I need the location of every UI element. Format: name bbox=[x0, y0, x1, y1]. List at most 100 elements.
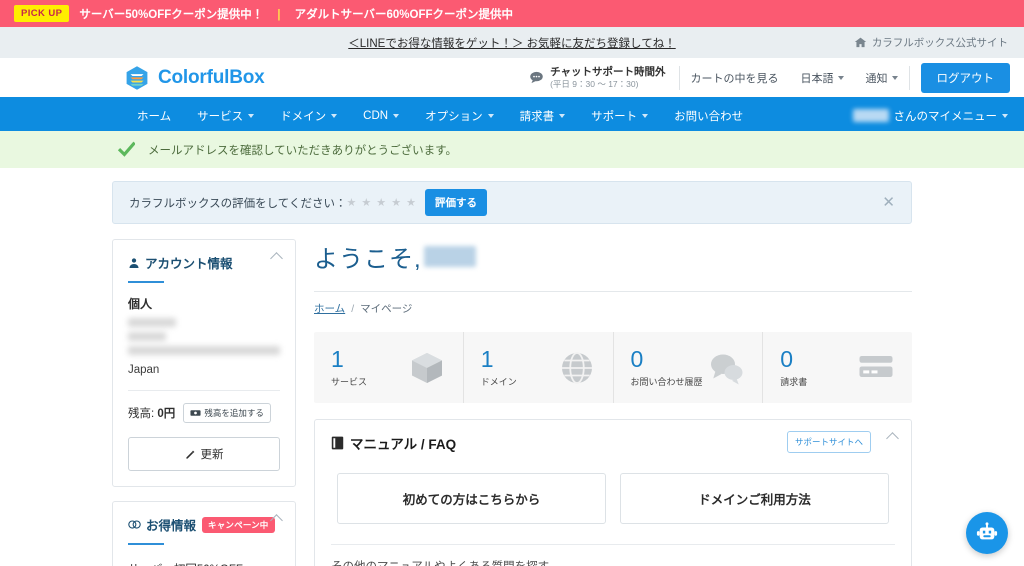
pencil-icon bbox=[185, 450, 194, 459]
rating-bar: カラフルボックスの評価をしてください： ★ ★ ★ ★ ★ 評価する ✕ bbox=[112, 181, 912, 224]
logo-text: ColorfulBox bbox=[158, 66, 265, 88]
promo-link-2[interactable]: アダルトサーバー60%OFFクーポン提供中 bbox=[295, 6, 513, 22]
nav-label: オプション bbox=[425, 110, 483, 123]
manual-button-domain[interactable]: ドメインご利用方法 bbox=[620, 473, 889, 524]
page-title: ようこそ, bbox=[314, 239, 912, 274]
nav-item-home[interactable]: ホーム bbox=[124, 108, 184, 124]
support-site-button[interactable]: サポートサイトへ bbox=[786, 431, 871, 453]
stat-card-tickets[interactable]: 0 お問い合わせ履歴 bbox=[614, 332, 764, 403]
breadcrumb: ホーム / マイページ bbox=[314, 301, 912, 316]
account-info-card: アカウント情報 個人 Japan 残高: 0円 残高を追加する 更新 bbox=[112, 239, 296, 487]
title-divider bbox=[314, 291, 912, 292]
box-3d-icon bbox=[411, 352, 442, 383]
promo-separator: | bbox=[277, 6, 281, 21]
account-divider bbox=[128, 390, 280, 391]
update-account-button[interactable]: 更新 bbox=[128, 437, 280, 471]
nav-label: ドメイン bbox=[280, 110, 327, 123]
nav-item-invoice[interactable]: 請求書 bbox=[507, 108, 579, 124]
notification-label: 通知 bbox=[865, 72, 888, 85]
main-navigation: ホーム サービス ドメイン CDN オプション 請求書 サポート お問い合わせ … bbox=[0, 100, 1024, 131]
username-redacted bbox=[852, 109, 889, 122]
manual-faq-card: マニュアル / FAQ サポートサイトへ 初めての方はこちらから ドメインご利用… bbox=[314, 419, 912, 566]
language-selector[interactable]: 日本語 bbox=[790, 70, 855, 86]
chat-hours-label: (平日 9：30 ～ 17：30) bbox=[550, 78, 639, 89]
line-notice-bar: ＜LINEでお得な情報をゲット！＞ お気軽に友だち登録してね！ カラフルボックス… bbox=[0, 27, 1024, 58]
nav-items: ホーム サービス ドメイン CDN オプション 請求書 サポート お問い合わせ bbox=[124, 108, 756, 124]
breadcrumb-home[interactable]: ホーム bbox=[314, 301, 345, 316]
my-menu-dropdown[interactable]: さんのマイメニュー bbox=[852, 108, 1008, 124]
rating-stars[interactable]: ★ ★ ★ ★ ★ bbox=[346, 196, 417, 209]
main-column: ようこそ, ホーム / マイページ 1 サービス 1 ドメイン 0 お問い合わせ… bbox=[314, 239, 912, 566]
account-card-body: 個人 Japan 残高: 0円 残高を追加する 更新 bbox=[113, 283, 295, 486]
welcome-username-redacted bbox=[423, 246, 476, 267]
header-divider-2 bbox=[908, 65, 910, 90]
my-menu-label: さんのマイメニュー bbox=[893, 110, 998, 123]
chevron-up-icon[interactable] bbox=[886, 432, 899, 445]
manual-card-header: マニュアル / FAQ サポートサイトへ bbox=[315, 420, 911, 453]
money-icon bbox=[190, 410, 201, 416]
balance-text: 残高: 0円 bbox=[128, 405, 175, 421]
nav-label: 請求書 bbox=[519, 110, 555, 123]
chevron-up-icon[interactable] bbox=[270, 252, 283, 265]
nav-label: サポート bbox=[591, 110, 638, 123]
nav-item-contact[interactable]: お問い合わせ bbox=[661, 108, 756, 124]
logout-button[interactable]: ログアウト bbox=[920, 62, 1010, 93]
header-actions: チャットサポート時間外 (平日 9：30 ～ 17：30) カートの中を見る 日… bbox=[529, 58, 1010, 97]
manual-title: マニュアル / FAQ bbox=[331, 433, 456, 453]
update-label: 更新 bbox=[200, 449, 224, 461]
stat-label: 請求書 bbox=[780, 376, 808, 387]
nav-label: CDN bbox=[363, 109, 389, 122]
notification-selector[interactable]: 通知 bbox=[855, 70, 909, 86]
email-verified-alert: メールアドレスを確認していただきありがとうございます。 bbox=[0, 131, 1024, 168]
account-title-label: アカウント情報 bbox=[145, 257, 233, 271]
add-balance-button[interactable]: 残高を追加する bbox=[183, 403, 271, 423]
account-type-label: 個人 bbox=[128, 297, 153, 311]
pickup-badge: PICK UP bbox=[14, 5, 70, 22]
chatbot-fab[interactable] bbox=[966, 512, 1008, 554]
nav-item-service[interactable]: サービス bbox=[184, 108, 267, 124]
promo-card-header: お得情報 キャンペーン中 bbox=[113, 502, 295, 534]
add-balance-label: 残高を追加する bbox=[204, 408, 264, 418]
promo-list-item[interactable]: サーバー初回50%OFF bbox=[128, 561, 280, 566]
promo-bar: PICK UP サーバー50%OFFクーポン提供中！ | アダルトサーバー60%… bbox=[0, 0, 1024, 27]
cart-link[interactable]: カートの中を見る bbox=[680, 70, 790, 86]
stat-label: サービス bbox=[331, 376, 368, 387]
nav-item-support[interactable]: サポート bbox=[578, 108, 661, 124]
language-label: 日本語 bbox=[800, 72, 834, 85]
chat-bubbles-icon bbox=[711, 354, 743, 384]
page-content: カラフルボックスの評価をしてください： ★ ★ ★ ★ ★ 評価する ✕ アカウ… bbox=[0, 181, 1024, 566]
stat-label: ドメイン bbox=[480, 376, 517, 387]
rating-label: カラフルボックスの評価をしてください： bbox=[129, 197, 347, 210]
close-icon[interactable]: ✕ bbox=[882, 195, 895, 210]
book-icon bbox=[331, 436, 344, 450]
nav-item-domain[interactable]: ドメイン bbox=[267, 108, 350, 124]
stat-card-domains[interactable]: 1 ドメイン bbox=[464, 332, 614, 403]
robot-icon bbox=[976, 522, 998, 540]
account-country: Japan bbox=[128, 364, 160, 376]
account-card-title: アカウント情報 bbox=[128, 253, 233, 272]
chevron-down-icon bbox=[642, 113, 649, 118]
sidebar: アカウント情報 個人 Japan 残高: 0円 残高を追加する 更新 お得情報 … bbox=[112, 239, 296, 566]
rate-button[interactable]: 評価する bbox=[425, 189, 487, 216]
account-card-header: アカウント情報 bbox=[113, 240, 295, 272]
chevron-down-icon bbox=[559, 113, 566, 118]
stat-value: 0 bbox=[630, 345, 644, 372]
site-header: ColorfulBox チャットサポート時間外 (平日 9：30 ～ 17：30… bbox=[0, 58, 1024, 100]
nav-label: お問い合わせ bbox=[674, 110, 744, 123]
promo-title-label: お得情報 bbox=[146, 519, 197, 533]
promo-link-1[interactable]: サーバー50%OFFクーポン提供中！ bbox=[79, 6, 263, 22]
manual-button-beginner[interactable]: 初めての方はこちらから bbox=[337, 473, 606, 524]
breadcrumb-separator: / bbox=[351, 302, 355, 315]
logo[interactable]: ColorfulBox bbox=[124, 65, 265, 91]
page-root: PICK UP サーバー50%OFFクーポン提供中！ | アダルトサーバー60%… bbox=[0, 0, 1024, 566]
balance-value: 0円 bbox=[157, 408, 176, 420]
official-site-link[interactable]: カラフルボックス公式サイト bbox=[854, 35, 1008, 50]
globe-icon bbox=[561, 351, 592, 384]
stat-card-services[interactable]: 1 サービス bbox=[314, 332, 464, 403]
alert-message: メールアドレスを確認していただきありがとうございます。 bbox=[148, 144, 458, 157]
check-icon bbox=[118, 141, 135, 157]
chat-status-label: チャットサポート時間外 bbox=[550, 65, 666, 78]
nav-item-cdn[interactable]: CDN bbox=[350, 110, 412, 122]
nav-item-option[interactable]: オプション bbox=[412, 108, 507, 124]
stat-card-invoices[interactable]: 0 請求書 bbox=[763, 332, 912, 403]
